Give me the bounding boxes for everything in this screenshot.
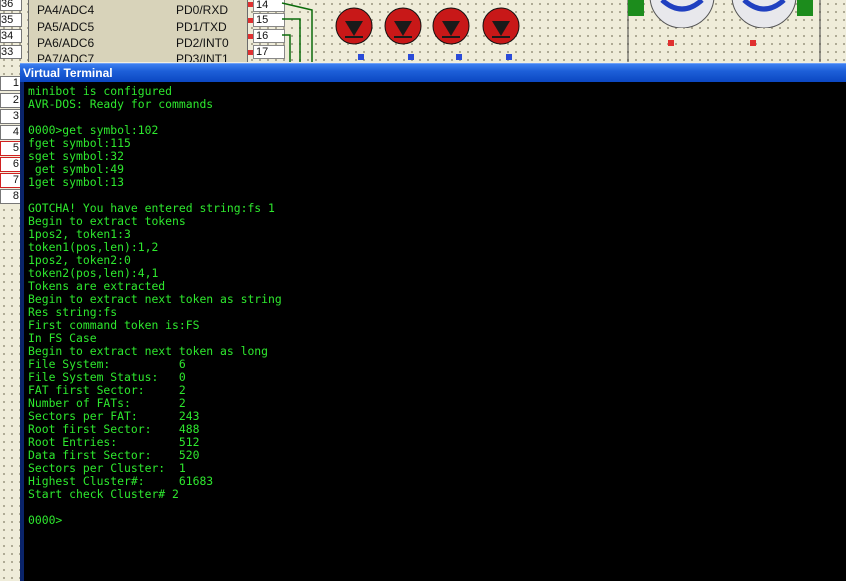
window-titlebar[interactable]: Virtual Terminal (20, 63, 846, 82)
motor-icon[interactable] (730, 0, 798, 33)
terminal-line: 1get symbol:13 (28, 175, 125, 189)
terminal-output[interactable]: minibot is configured AVR-DOS: Ready for … (24, 82, 846, 581)
led-icon[interactable] (431, 6, 471, 51)
terminal-line: Start check Cluster# 2 (28, 487, 179, 501)
schematic-canvas[interactable]: PA4/ADC4 PA5/ADC5 PA6/ADC6 PA7/ADC7 PD0/… (0, 0, 846, 62)
led-icon[interactable] (334, 6, 374, 51)
edge-pin-number: 6 (0, 157, 22, 172)
terminal-line: AVR-DOS: Ready for commands (28, 97, 214, 111)
switch-icon[interactable] (628, 0, 644, 16)
virtual-terminal-window[interactable]: Virtual Terminal minibot is configured AV… (20, 63, 846, 581)
terminal-line: 0000> (28, 513, 63, 527)
edge-pin-number: 7 (0, 173, 22, 188)
edge-pin-number: 8 (0, 189, 22, 204)
edge-pin-number: 2 (0, 93, 22, 108)
edge-pin-number: 4 (0, 125, 22, 140)
edge-pin-number: 5 (0, 141, 22, 156)
window-title: Virtual Terminal (23, 66, 113, 80)
schematic-wires (281, 0, 821, 62)
edge-pin-number: 3 (0, 109, 22, 124)
led-icon[interactable] (481, 6, 521, 51)
switch-icon[interactable] (797, 0, 813, 16)
schematic-canvas-edge[interactable]: 1 2 3 4 5 6 7 8 (0, 62, 22, 581)
motor-icon[interactable] (648, 0, 716, 33)
led-icon[interactable] (383, 6, 423, 51)
edge-pin-number: 1 (0, 76, 22, 91)
